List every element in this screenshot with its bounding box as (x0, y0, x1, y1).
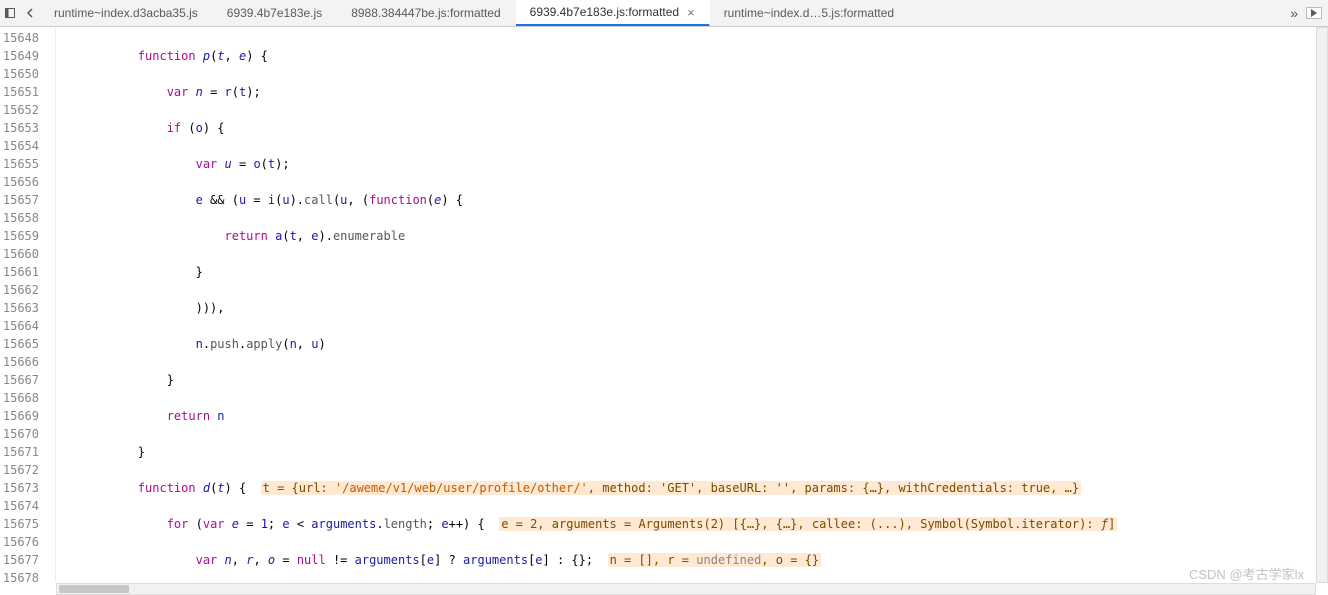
tab-2[interactable]: 8988.384447be.js:formatted (337, 0, 515, 26)
code-area[interactable]: function p(t, e) { var n = r(t); if (o) … (56, 27, 1328, 582)
tab-prev-icon[interactable] (20, 0, 40, 26)
close-icon[interactable]: × (687, 5, 695, 20)
watermark: CSDN @考古学家lx (1189, 564, 1304, 583)
tab-label: 6939.4b7e183e.js (227, 6, 322, 20)
inline-hint: n = [], r = undefined, o = {} (608, 553, 822, 567)
inline-hint: t = {url: '/aweme/v1/web/user/profile/ot… (261, 481, 1081, 495)
tab-4[interactable]: runtime~index.d…5.js:formatted (710, 0, 909, 26)
tab-label: runtime~index.d…5.js:formatted (724, 6, 894, 20)
tabs-overflow-icon[interactable]: » (1290, 5, 1298, 21)
vertical-scrollbar[interactable] (1316, 27, 1328, 583)
inline-hint: e = 2, arguments = Arguments(2) [{…}, {…… (499, 517, 1117, 531)
horizontal-scrollbar[interactable] (56, 583, 1316, 595)
show-nav-icon[interactable] (0, 0, 20, 26)
code-editor[interactable]: 1564815649156501565115652156531565415655… (0, 27, 1328, 582)
tab-label: 6939.4b7e183e.js:formatted (530, 5, 679, 19)
tab-label: 8988.384447be.js:formatted (351, 6, 500, 20)
tab-3[interactable]: 6939.4b7e183e.js:formatted × (516, 0, 710, 26)
scrollbar-thumb[interactable] (59, 585, 129, 593)
tab-0[interactable]: runtime~index.d3acba35.js (40, 0, 213, 26)
line-gutter: 1564815649156501565115652156531565415655… (0, 27, 56, 582)
tab-label: runtime~index.d3acba35.js (54, 6, 198, 20)
tab-1[interactable]: 6939.4b7e183e.js (213, 0, 337, 26)
tab-bar: runtime~index.d3acba35.js 6939.4b7e183e.… (0, 0, 1328, 27)
run-snippet-icon[interactable] (1306, 7, 1322, 19)
